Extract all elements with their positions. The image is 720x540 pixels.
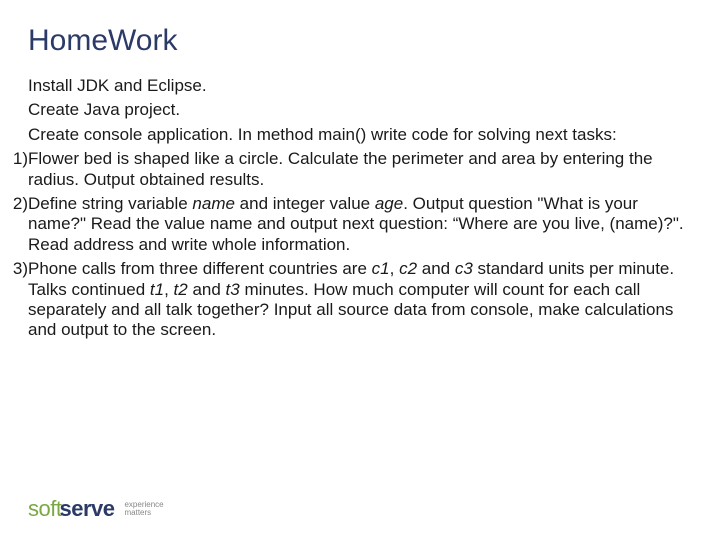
logo-part-serve: serve [59,496,114,521]
intro-line: Install JDK and Eclipse. [28,76,692,96]
item-text: Flower bed is shaped like a circle. Calc… [28,149,692,190]
body: Install JDK and Eclipse. Create Java pro… [28,76,692,341]
list-item: 2) Define string variable name and integ… [28,194,692,255]
task-list: 1) Flower bed is shaped like a circle. C… [28,149,692,341]
item-text: Phone calls from three different countri… [28,259,692,341]
logo-part-soft: soft [28,496,61,521]
item-number: 1) [0,149,28,190]
page-title: HomeWork [28,24,692,58]
item-number: 2) [0,194,28,255]
slide: HomeWork Install JDK and Eclipse. Create… [0,0,720,540]
footer-logo: softserve experience matters [28,496,164,522]
tagline-matters: matters [124,509,163,517]
item-text: Define string variable name and integer … [28,194,692,255]
list-item: 3) Phone calls from three different coun… [28,259,692,341]
intro-line: Create console application. In method ma… [28,125,692,145]
item-number: 3) [0,259,28,341]
intro-line: Create Java project. [28,100,692,120]
logo-tagline: experience matters [124,501,163,517]
list-item: 1) Flower bed is shaped like a circle. C… [28,149,692,190]
